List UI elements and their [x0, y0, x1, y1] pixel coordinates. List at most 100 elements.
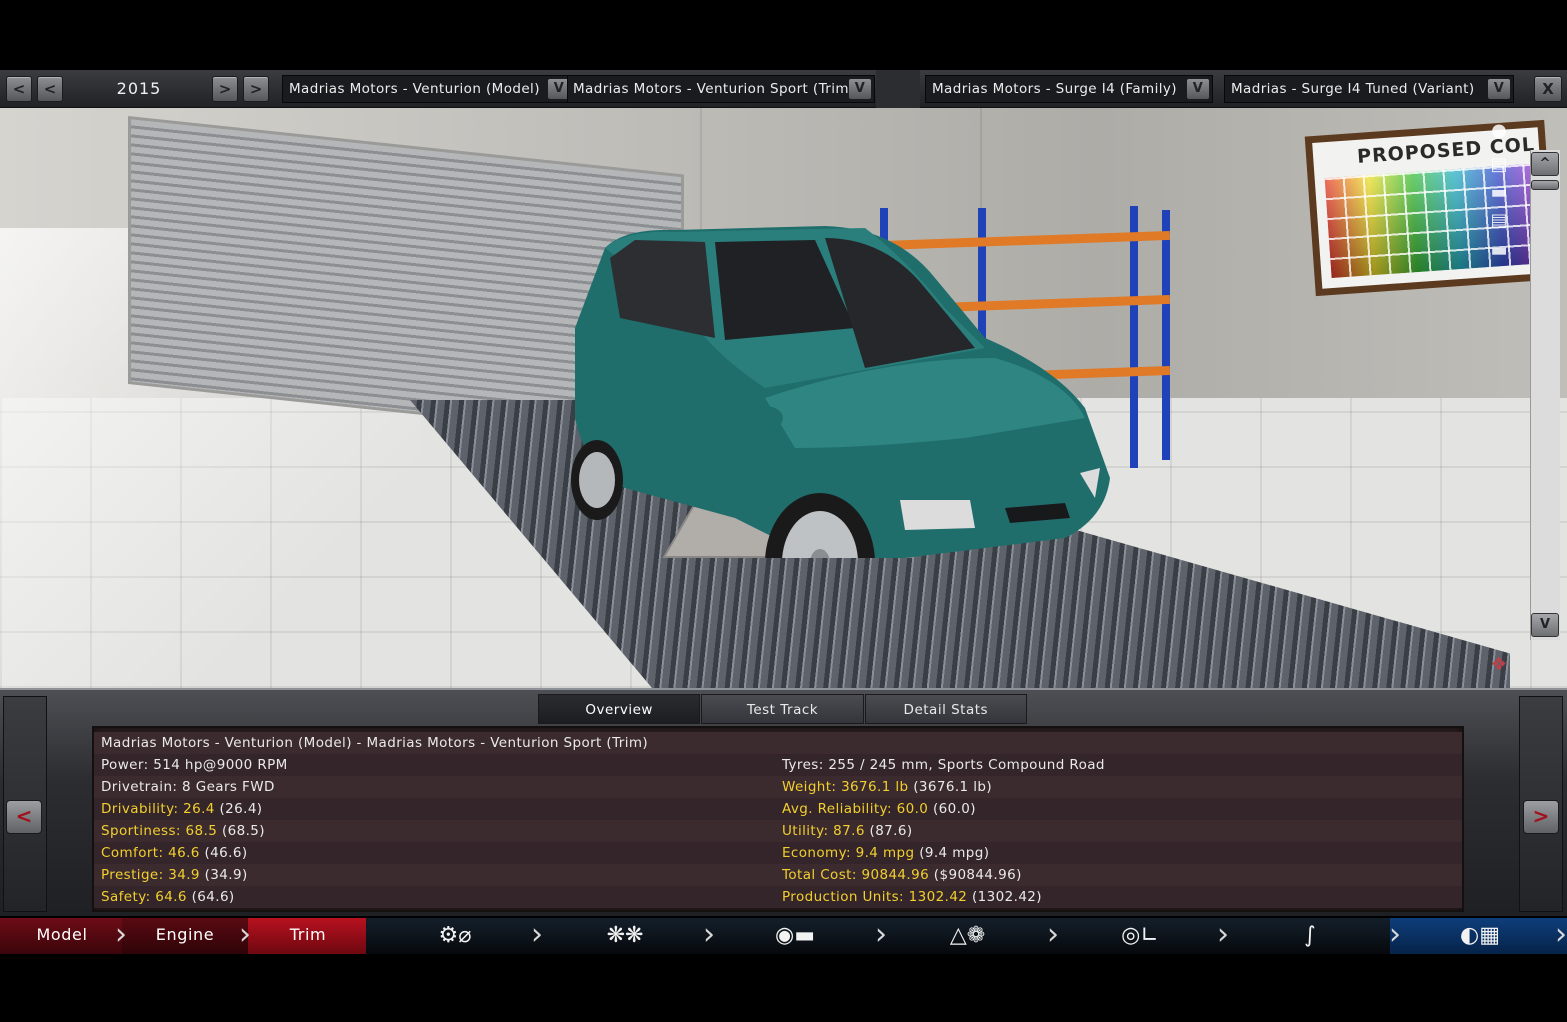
stat-value: Safety: 64.6 [101, 889, 187, 905]
garage-3d-view[interactable]: PROPOSED COL ^ V ● ▤ ▬ ▤ ▬ ❖ [0, 108, 1567, 688]
camera-icon[interactable]: ● [1476, 120, 1522, 142]
wheels-icon[interactable]: ❋❋ [590, 918, 660, 954]
left-stat: Drivability: 26.4 (26.4) [101, 798, 262, 820]
rack-post [1162, 210, 1170, 460]
stat-value: Sportiness: 68.5 [101, 823, 218, 839]
stat-base-value: (60.0) [932, 801, 976, 817]
right-stat: Utility: 87.6 (87.6) [782, 820, 913, 842]
nav-trim-label[interactable]: Trim [258, 918, 358, 954]
stat-value: Power: 514 hp@9000 RPM [101, 757, 288, 773]
nav-chevron-icon: › [875, 917, 887, 952]
left-stat: Drivetrain: 8 Gears FWD [101, 776, 275, 798]
nav-engine-label[interactable]: Engine [135, 918, 235, 954]
year-display: 2015 [116, 79, 162, 98]
prev-panel-button[interactable]: < [6, 800, 42, 834]
model-dropdown-value: Madrias Motors - Venturion (Model) [289, 81, 540, 97]
nav-chevron-icon: › [239, 917, 251, 952]
interior-icon[interactable]: ◎∟ [1105, 918, 1175, 954]
color-board: PROPOSED COL [1304, 119, 1556, 297]
tab-overview[interactable]: Overview [538, 694, 701, 724]
left-stat: Comfort: 46.6 (46.6) [101, 842, 248, 864]
test-drive-icon[interactable]: ◐▦ [1445, 918, 1515, 954]
aero-car-icon[interactable]: △❁ [905, 918, 1030, 954]
stat-value: Production Units: 1302.42 [782, 889, 968, 905]
trim-dropdown-arrow[interactable]: V [848, 78, 872, 100]
stat-base-value: (9.4 mpg) [919, 845, 990, 861]
suspension-icon[interactable]: ∫ [1290, 918, 1330, 954]
nav-chevron-icon: › [531, 917, 543, 952]
right-stat: Tyres: 255 / 245 mm, Sports Compound Roa… [782, 754, 1105, 776]
right-stat: Weight: 3676.1 lb (3676.1 lb) [782, 776, 992, 798]
left-stat: Prestige: 34.9 (34.9) [101, 864, 248, 886]
stat-base-value: (87.6) [869, 823, 913, 839]
next-panel-button[interactable]: > [1523, 800, 1559, 834]
stat-base-value: (26.4) [219, 801, 263, 817]
stat-value: Prestige: 34.9 [101, 867, 200, 883]
stat-base-value: (3676.1 lb) [913, 779, 993, 795]
overview-stats-table: Madrias Motors - Venturion (Model) - Mad… [92, 726, 1464, 912]
stat-value: Total Cost: 90844.96 [782, 867, 930, 883]
stat-value: Tyres: 255 / 245 mm, Sports Compound Roa… [782, 757, 1105, 773]
family-dropdown-value: Madrias Motors - Surge I4 (Family) [932, 81, 1177, 97]
family-dropdown[interactable]: Madrias Motors - Surge I4 (Family) V [925, 75, 1213, 103]
prev-year-button[interactable]: < [37, 76, 63, 102]
next-year-fast-button[interactable]: > [243, 76, 269, 102]
tab-detail-stats[interactable]: Detail Stats [864, 694, 1027, 724]
variant-dropdown[interactable]: Madrias - Surge I4 Tuned (Variant) V [1224, 75, 1514, 103]
nav-model-label[interactable]: Model [12, 918, 112, 954]
right-stat: Avg. Reliability: 60.0 (60.0) [782, 798, 976, 820]
close-button[interactable]: X [1534, 76, 1562, 102]
reset-camera-icon[interactable]: ❖ [1476, 654, 1522, 676]
brakes-body-icon[interactable]: ◉▬ [755, 918, 835, 954]
stat-base-value: (34.9) [204, 867, 248, 883]
nav-chevron-icon: › [1555, 917, 1567, 952]
nav-chevron-icon: › [115, 917, 127, 952]
model-dropdown[interactable]: Madrias Motors - Venturion (Model) V [282, 75, 574, 103]
stat-value: Weight: 3676.1 lb [782, 779, 909, 795]
camera-scroll-thumb[interactable] [1531, 180, 1559, 190]
stats-row: Drivability: 26.4 (26.4) Avg. Reliability… [94, 798, 1462, 820]
right-stat: Total Cost: 90844.96 ($90844.96) [782, 864, 1022, 886]
bar-separator [876, 70, 920, 108]
camera-scrollbar[interactable] [1530, 150, 1560, 640]
stat-base-value: (1302.42) [972, 889, 1042, 905]
front-view-icon[interactable]: ▤ [1476, 154, 1522, 176]
stat-value: Avg. Reliability: 60.0 [782, 801, 929, 817]
right-stat: Economy: 9.4 mpg (9.4 mpg) [782, 842, 989, 864]
stats-row: Safety: 64.6 (64.6) Production Units: 130… [94, 886, 1462, 908]
variant-dropdown-value: Madrias - Surge I4 Tuned (Variant) [1231, 81, 1475, 97]
design-stage-nav: Model Engine Trim › › › › › › › › › ⚙⌀ ❋… [0, 918, 1567, 954]
trim-dropdown-value: Madrias Motors - Venturion Sport (Trim) [573, 81, 855, 97]
side-view-icon[interactable]: ▬ [1476, 182, 1522, 204]
top-view-icon[interactable]: ▬ [1476, 240, 1522, 262]
selector-bar: < < 2015 > > Madrias Motors - Venturion … [0, 70, 1567, 108]
rear-view-icon[interactable]: ▤ [1476, 210, 1522, 232]
left-stat: Sportiness: 68.5 (68.5) [101, 820, 265, 842]
stat-value: Drivetrain: 8 Gears FWD [101, 779, 275, 795]
stat-base-value: (64.6) [191, 889, 235, 905]
tab-test-track[interactable]: Test Track [701, 694, 864, 724]
camera-scroll-up-button[interactable]: ^ [1531, 152, 1559, 176]
stats-row: Drivetrain: 8 Gears FWD Weight: 3676.1 lb… [94, 776, 1462, 798]
nav-chevron-icon: › [1047, 917, 1059, 952]
camera-scroll-down-button[interactable]: V [1531, 613, 1559, 637]
stats-row: Comfort: 46.6 (46.6) Economy: 9.4 mpg (9.… [94, 842, 1462, 864]
right-stat: Production Units: 1302.42 (1302.42) [782, 886, 1042, 908]
gearbox-icon[interactable]: ⚙⌀ [420, 918, 490, 954]
left-stat: Power: 514 hp@9000 RPM [101, 754, 288, 776]
stat-base-value: (46.6) [204, 845, 248, 861]
next-year-button[interactable]: > [212, 76, 238, 102]
variant-dropdown-arrow[interactable]: V [1487, 78, 1511, 100]
nav-chevron-icon: › [1389, 917, 1401, 952]
family-dropdown-arrow[interactable]: V [1186, 78, 1210, 100]
trim-dropdown[interactable]: Madrias Motors - Venturion Sport (Trim) … [567, 75, 875, 103]
stat-value: Utility: 87.6 [782, 823, 865, 839]
panel-tabs: Overview Test Track Detail Stats [538, 694, 1028, 724]
stats-header-row: Madrias Motors - Venturion (Model) - Mad… [94, 732, 1462, 754]
prev-year-fast-button[interactable]: < [6, 76, 32, 102]
stats-panel: < > Overview Test Track Detail Stats Mad… [0, 688, 1567, 916]
nav-chevron-icon: › [1217, 917, 1229, 952]
left-stat: Safety: 64.6 (64.6) [101, 886, 235, 908]
stat-value: Drivability: 26.4 [101, 801, 215, 817]
car-model [571, 226, 1110, 558]
